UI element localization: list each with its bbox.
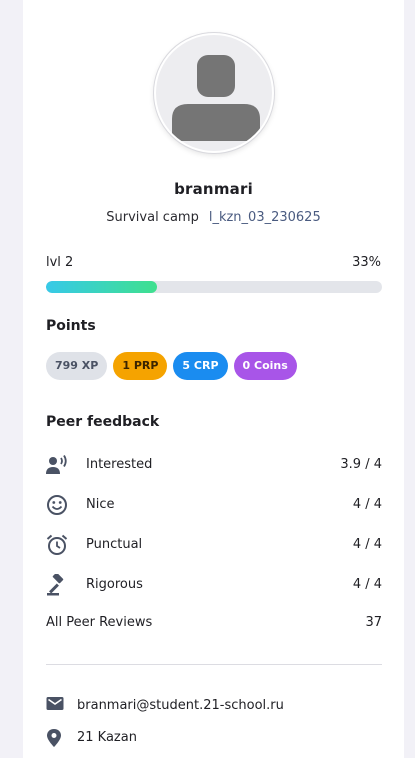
divider — [46, 664, 382, 665]
avatar[interactable] — [154, 33, 274, 153]
level-progress-fill — [46, 281, 157, 293]
gavel-icon — [46, 572, 68, 596]
smiley-face-icon — [46, 494, 68, 516]
level-label: lvl 2 — [46, 255, 74, 270]
xp-badge: 799 XP — [46, 352, 108, 380]
user-silhouette-icon — [172, 55, 260, 141]
feedback-row-punctual: Punctual 4 / 4 — [46, 534, 382, 558]
prp-badge: 1 PRP — [113, 352, 168, 380]
wave-name[interactable]: l_kzn_03_230625 — [209, 210, 321, 225]
profile-card: branmari Survival camp l_kzn_03_230625 lv… — [23, 0, 404, 758]
email-text[interactable]: branmari@student.21-school.ru — [77, 698, 284, 713]
crp-badge: 5 CRP — [173, 352, 228, 380]
all-peer-reviews-link[interactable]: All Peer Reviews 37 — [46, 615, 382, 630]
location-pin-icon — [46, 728, 62, 752]
feedback-label: Interested — [86, 457, 153, 472]
feedback-label: Punctual — [86, 537, 143, 552]
location-row: 21 Kazan — [46, 728, 382, 748]
points-badges: 799 XP 1 PRP 5 CRP 0 Coins — [46, 352, 297, 380]
feedback-value: 4 / 4 — [352, 577, 382, 592]
location-text: 21 Kazan — [77, 730, 137, 745]
points-title: Points — [46, 318, 96, 334]
feedback-row-rigorous: Rigorous 4 / 4 — [46, 572, 382, 598]
mail-icon — [46, 696, 64, 716]
feedback-row-interested: Interested 3.9 / 4 — [46, 454, 382, 478]
feedback-value: 3.9 / 4 — [340, 457, 382, 472]
camp-info: Survival camp l_kzn_03_230625 — [23, 210, 404, 225]
feedback-row-nice: Nice 4 / 4 — [46, 494, 382, 518]
email-row: branmari@student.21-school.ru — [46, 696, 382, 716]
feedback-label: Nice — [86, 497, 115, 512]
feedback-label: Rigorous — [86, 577, 143, 592]
speaking-person-icon — [46, 454, 68, 476]
coins-badge: 0 Coins — [233, 352, 297, 380]
feedback-value: 4 / 4 — [352, 537, 382, 552]
feedback-value: 4 / 4 — [352, 497, 382, 512]
all-reviews-count: 37 — [365, 615, 382, 630]
level-progress-bar — [46, 281, 382, 293]
alarm-clock-icon — [46, 534, 68, 556]
peer-feedback-title: Peer feedback — [46, 414, 160, 430]
camp-name: Survival camp — [106, 210, 199, 225]
all-reviews-label: All Peer Reviews — [46, 615, 153, 630]
level-percent: 33% — [352, 255, 381, 270]
username: branmari — [174, 180, 253, 198]
